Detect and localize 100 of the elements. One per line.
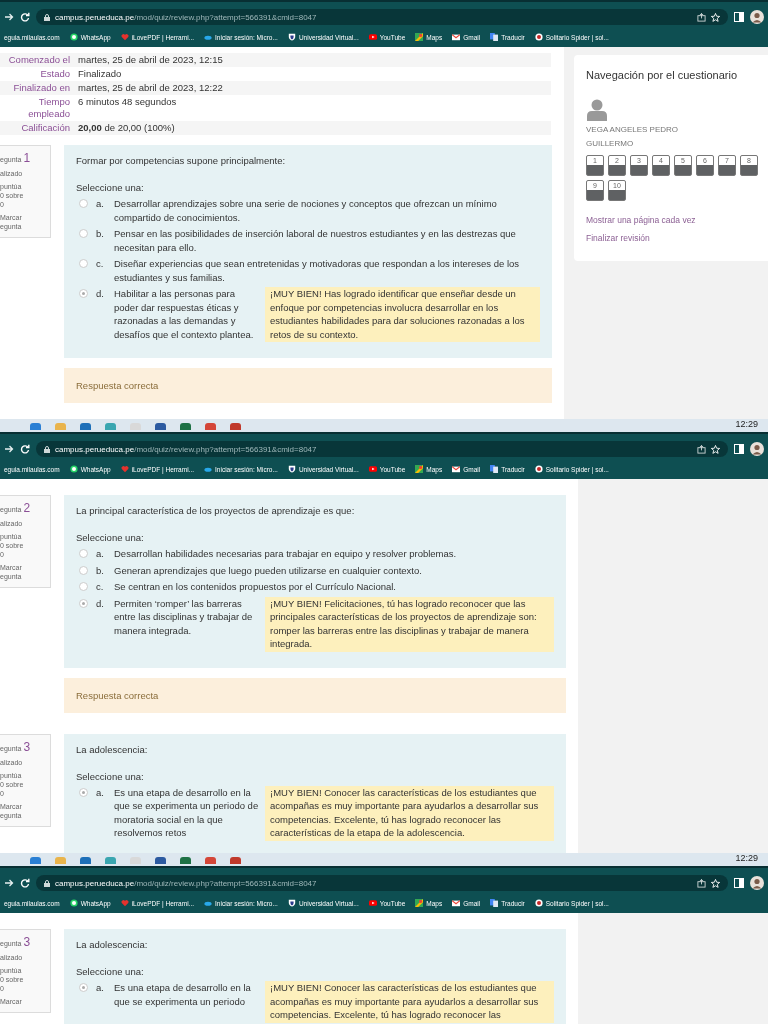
star-icon[interactable] bbox=[711, 878, 720, 888]
map-icon bbox=[415, 899, 424, 907]
option-letter: c. bbox=[96, 257, 105, 270]
reload-icon[interactable] bbox=[20, 878, 30, 888]
radio-button[interactable] bbox=[79, 199, 88, 208]
option-text: Es una etapa de desarrollo en la que se experimenta un periodo bbox=[114, 981, 252, 1008]
share-icon[interactable] bbox=[697, 444, 706, 454]
summary-value: 20,00 de 20,00 (100%) bbox=[74, 121, 551, 135]
mail-icon bbox=[452, 33, 461, 41]
radio-button[interactable] bbox=[79, 229, 88, 238]
forward-icon[interactable] bbox=[4, 12, 14, 22]
select-label: Seleccione una: bbox=[76, 182, 145, 193]
shield-icon bbox=[287, 33, 296, 41]
question-number: 3 bbox=[23, 739, 31, 754]
sidebar-icon[interactable] bbox=[734, 444, 744, 454]
app-icon[interactable] bbox=[80, 423, 91, 430]
radio-button[interactable] bbox=[79, 582, 88, 591]
radio-button[interactable] bbox=[79, 549, 88, 558]
app-icon[interactable] bbox=[155, 857, 166, 864]
star-icon[interactable] bbox=[711, 444, 720, 454]
app-icon[interactable] bbox=[205, 423, 216, 430]
app-icon[interactable] bbox=[180, 857, 191, 864]
question-number: 2 bbox=[23, 501, 31, 515]
question-text: La principal característica de los proyectos de aprendizaje es que: bbox=[76, 505, 356, 516]
option-text: Desarrollar aprendizajes sobre una serie de nociones y conceptos que ofrezcan un mínimo compartido de conocimientos. bbox=[114, 197, 498, 224]
feedback-note: ¡MUY BIEN! Felicitaciones, tú has logrado reconocer que las principales características de los proyectos de aprendizaje son: romper las barreras entre las disciplinas y trabajar de manera integrada. bbox=[265, 596, 554, 652]
cloud-icon bbox=[204, 33, 212, 41]
app-icon[interactable] bbox=[205, 857, 216, 864]
option-text: Diseñar experiencias que sean entretenidas y motivadoras que respondan a los intereses de los estudiantes y sus familias. bbox=[114, 257, 521, 284]
summary-label: Finalizado en bbox=[0, 81, 74, 95]
sidebar-icon[interactable] bbox=[734, 878, 744, 888]
option-letter: d. bbox=[96, 596, 105, 610]
avatar-icon[interactable] bbox=[750, 876, 764, 890]
radio-button[interactable] bbox=[79, 787, 88, 797]
chat-icon bbox=[69, 899, 78, 907]
url-text: campus.perueduca.pe/mod/quiz/review.php?attempt=566391&cmid=8047 bbox=[55, 878, 317, 888]
feedback-note: ¡MUY BIEN! Conocer las características de los estudiantes que acompañas es muy importante para ayudarlos a desarrollar sus competencias. Excelente, tú has logrado reconocer las bbox=[265, 981, 554, 1023]
option-letter: a. bbox=[96, 981, 105, 994]
lock-icon bbox=[44, 879, 50, 887]
feedback-note: ¡MUY BIEN! Has logrado identificar que enseñar desde un enfoque por competencias involucra desarrollar en los estudiantes habilidades para dar soluciones razonadas a los retos de su contexto. bbox=[265, 287, 540, 342]
map-icon bbox=[415, 33, 424, 41]
address-bar[interactable]: campus.perueduca.pe/mod/quiz/review.php?attempt=566391&cmid=8047 bbox=[36, 9, 728, 25]
url-text: campus.perueduca.pe/mod/quiz/review.php?attempt=566391&cmid=8047 bbox=[55, 444, 317, 454]
mail-icon bbox=[452, 899, 461, 907]
play-icon bbox=[368, 899, 377, 907]
app-icon[interactable] bbox=[105, 857, 116, 864]
lock-icon bbox=[44, 445, 50, 453]
forward-icon[interactable] bbox=[4, 878, 14, 888]
avatar-icon[interactable] bbox=[750, 442, 764, 456]
nav-link[interactable]: Finalizar revisión bbox=[586, 233, 758, 243]
app-icon[interactable] bbox=[105, 423, 116, 430]
summary-value: martes, 25 de abril de 2023, 12:15 bbox=[74, 53, 551, 67]
forward-icon[interactable] bbox=[4, 444, 14, 454]
address-bar[interactable]: campus.perueduca.pe/mod/quiz/review.php?attempt=566391&cmid=8047 bbox=[36, 441, 728, 457]
outcome-message: Respuesta correcta bbox=[64, 368, 552, 403]
share-icon[interactable] bbox=[697, 878, 706, 888]
app-icon[interactable] bbox=[30, 423, 41, 430]
reload-icon[interactable] bbox=[20, 444, 30, 454]
sidebar-icon[interactable] bbox=[734, 12, 744, 22]
app-icon[interactable] bbox=[230, 423, 241, 430]
cloud-icon bbox=[204, 465, 212, 473]
user-icon bbox=[586, 99, 608, 121]
option-letter: d. bbox=[96, 287, 105, 300]
play-icon bbox=[368, 33, 377, 41]
select-label: Seleccione una: bbox=[76, 532, 145, 543]
radio-button[interactable] bbox=[79, 565, 88, 575]
clock-time: 12:29 bbox=[735, 419, 758, 430]
option-letter: b. bbox=[96, 227, 105, 240]
shield-icon bbox=[287, 899, 296, 907]
question-number: 1 bbox=[23, 151, 31, 165]
option-text: Es una etapa de desarrollo en la que se experimenta un periodo de moratoria social en la que resolvemos retos bbox=[114, 785, 259, 840]
app-icon[interactable] bbox=[180, 423, 191, 430]
app-icon[interactable] bbox=[80, 857, 91, 864]
option-letter: b. bbox=[96, 563, 105, 577]
outcome-message: Respuesta correcta bbox=[64, 677, 566, 713]
option-letter: c. bbox=[96, 580, 105, 593]
avatar-icon[interactable] bbox=[750, 10, 764, 24]
map-icon bbox=[415, 465, 424, 473]
app-icon[interactable] bbox=[155, 423, 166, 430]
nav-link[interactable]: Mostrar una página cada vez bbox=[586, 215, 758, 225]
star-icon[interactable] bbox=[711, 12, 720, 22]
radio-button[interactable] bbox=[79, 259, 88, 268]
radio-button[interactable] bbox=[79, 598, 88, 608]
cards-icon bbox=[534, 899, 543, 907]
user-name: VEGA ANGELES PEDRO GUILLERMO bbox=[586, 124, 680, 150]
option-letter: a. bbox=[96, 547, 105, 560]
radio-button[interactable] bbox=[79, 289, 88, 298]
chat-icon bbox=[69, 33, 78, 41]
share-icon[interactable] bbox=[697, 12, 706, 22]
translate-icon bbox=[490, 899, 499, 907]
app-icon[interactable] bbox=[30, 857, 41, 864]
reload-icon[interactable] bbox=[20, 12, 30, 22]
translate-icon bbox=[490, 465, 499, 473]
app-icon[interactable] bbox=[230, 857, 241, 864]
address-bar[interactable]: campus.perueduca.pe/mod/quiz/review.php?attempt=566391&cmid=8047 bbox=[36, 875, 728, 891]
translate-icon bbox=[490, 33, 499, 41]
question-number: 3 bbox=[23, 935, 31, 949]
shield-icon bbox=[287, 465, 296, 473]
radio-button[interactable] bbox=[79, 983, 88, 992]
cards-icon bbox=[534, 33, 543, 41]
